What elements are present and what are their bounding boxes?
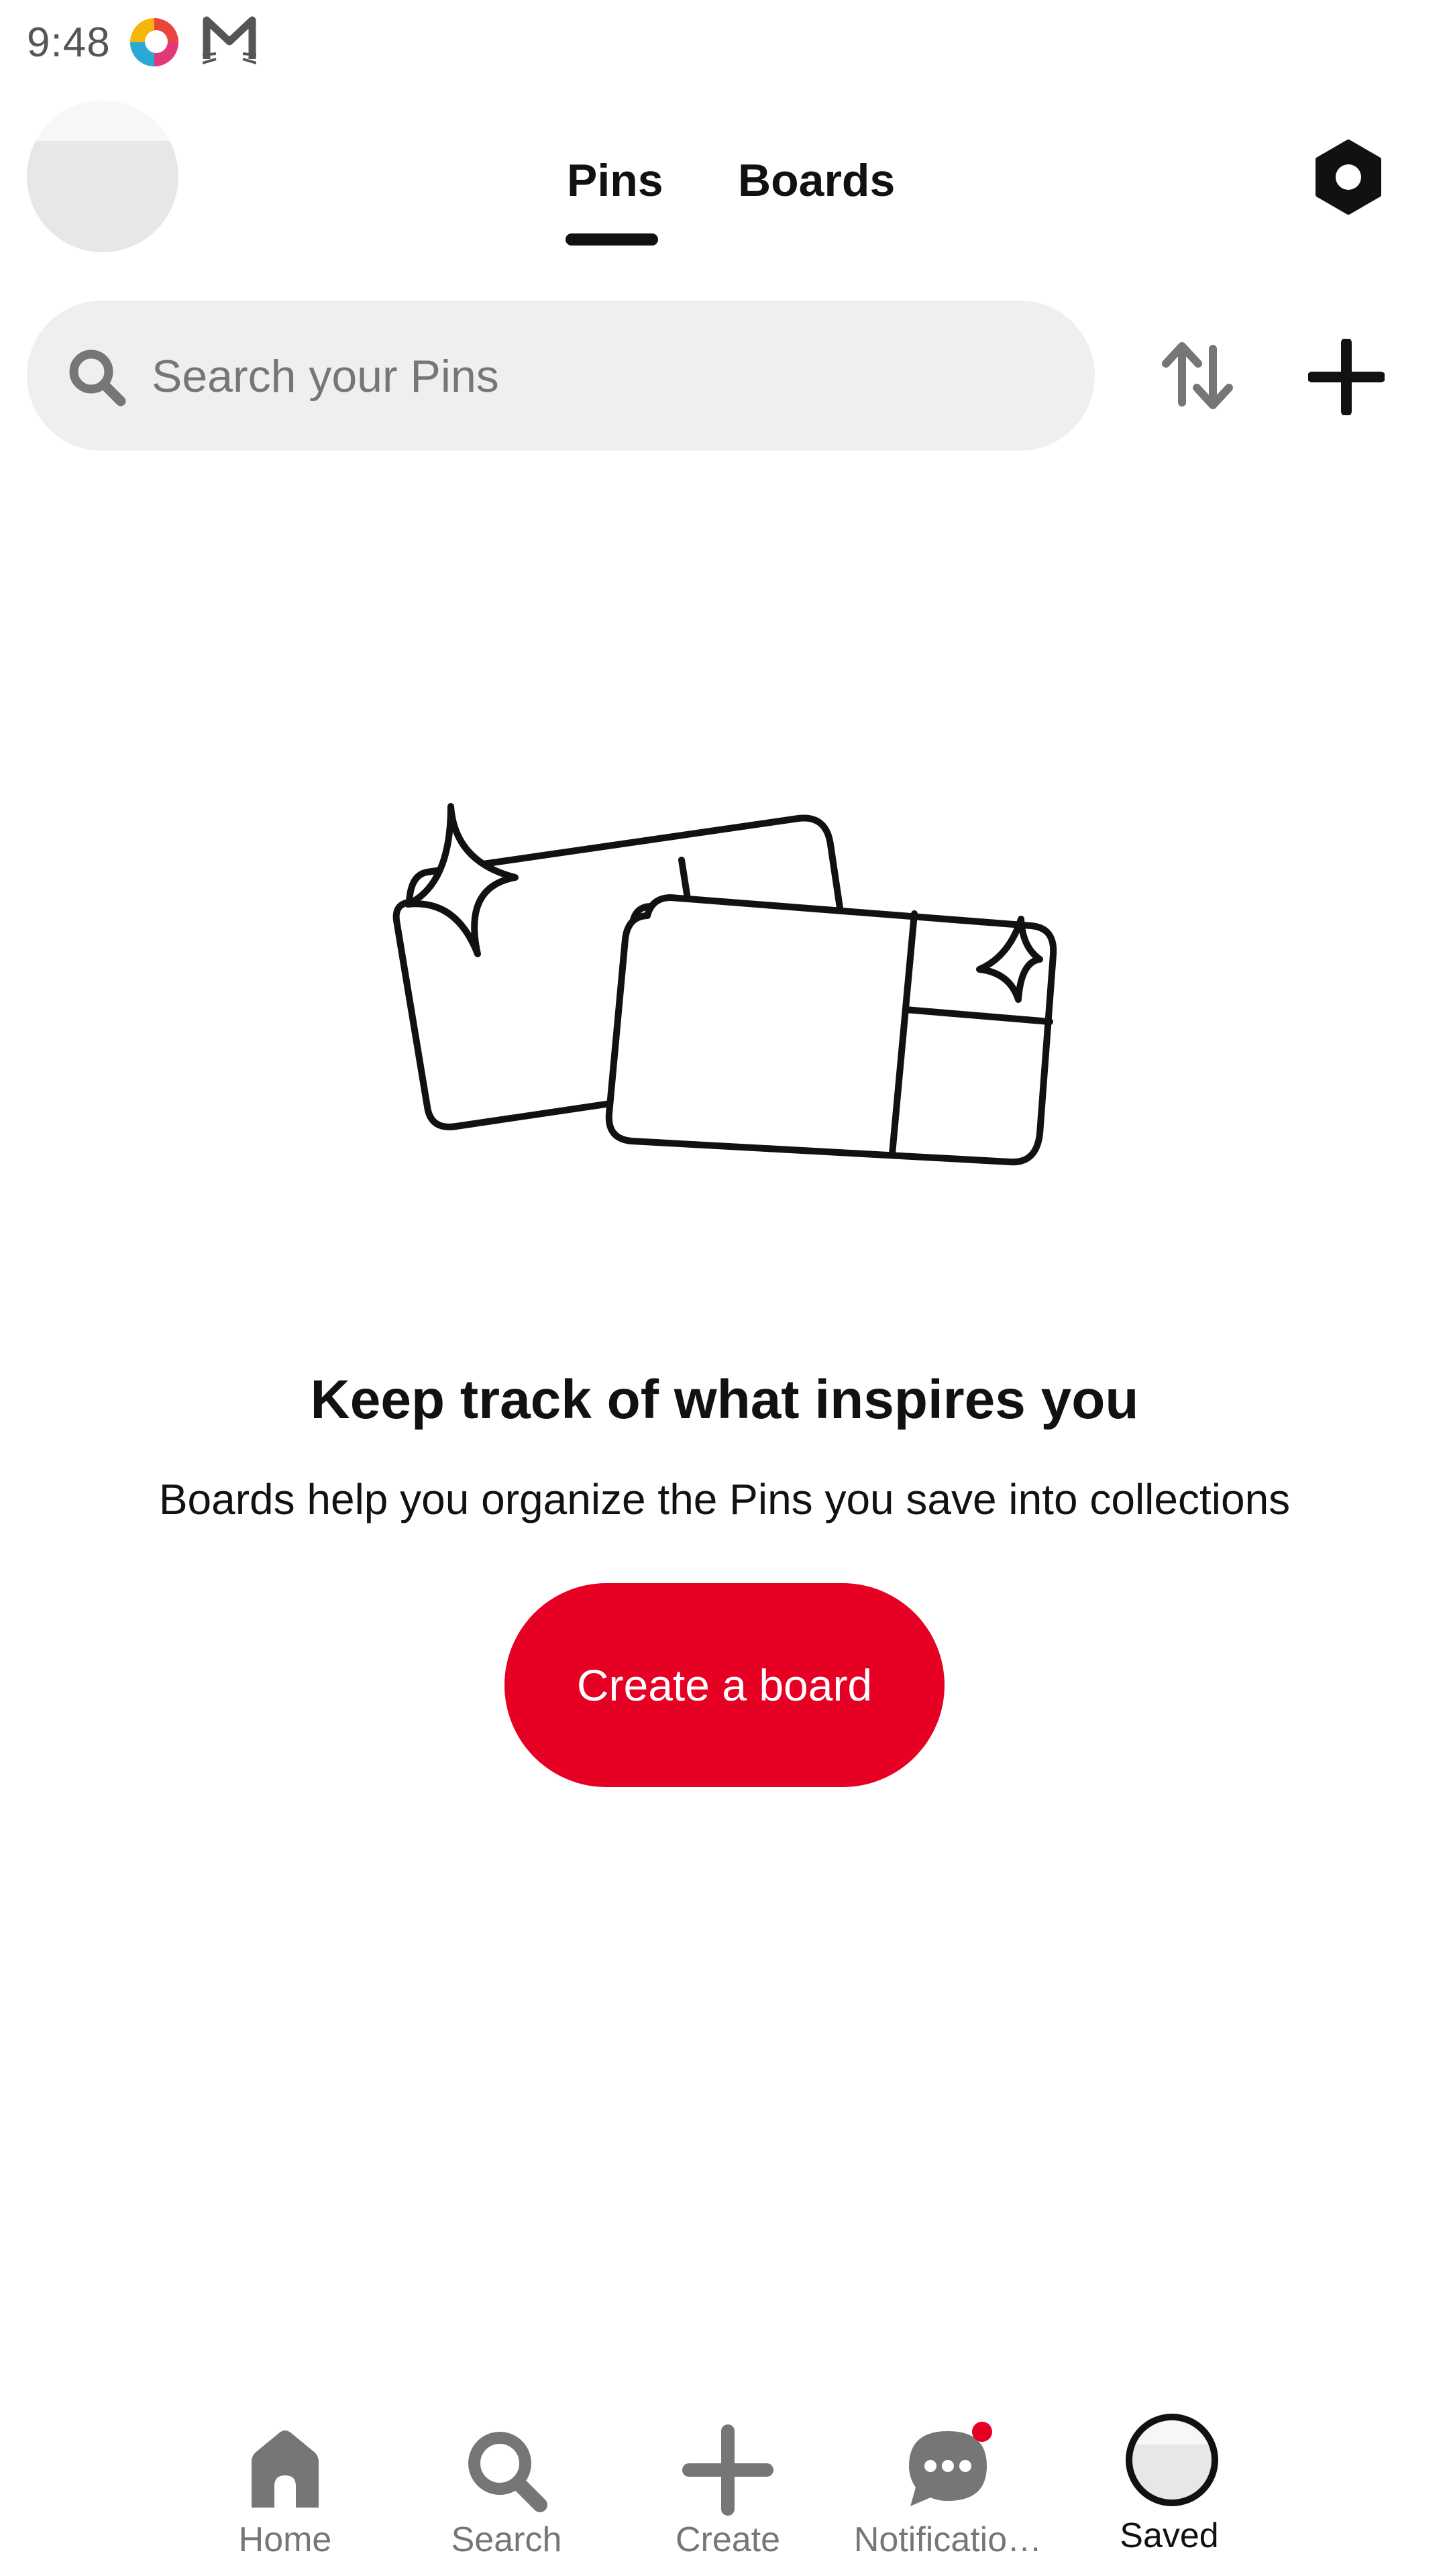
nav-create[interactable]: Create (627, 2395, 828, 2576)
bottom-nav: Home Search Create Notificatio… Saved (0, 2395, 1449, 2576)
nav-saved[interactable]: Saved (1069, 2395, 1270, 2576)
tab-boards[interactable]: Boards (738, 154, 895, 207)
nav-saved-label: Saved (1120, 2516, 1219, 2555)
profile-avatar (1126, 2414, 1218, 2506)
plus-icon (682, 2424, 773, 2516)
active-tab-indicator (566, 233, 658, 246)
search-input[interactable]: Search your Pins (27, 301, 1095, 451)
hexagon-settings-icon (1316, 140, 1381, 215)
empty-state-title: Keep track of what inspires you (310, 1369, 1139, 1430)
status-time: 9:48 (27, 19, 111, 66)
create-board-button[interactable]: Create a board (504, 1583, 945, 1787)
sort-arrows-icon (1162, 342, 1233, 409)
avatar-thumbnail (1132, 2420, 1212, 2445)
nav-notifications[interactable]: Notificatio… (847, 2395, 1049, 2576)
add-button[interactable] (1307, 337, 1386, 417)
status-bar: 9:48 (0, 0, 1449, 87)
nav-notifications-label: Notificatio… (853, 2520, 1042, 2559)
nav-search[interactable]: Search (406, 2395, 607, 2576)
home-icon (252, 2430, 319, 2508)
plus-icon (1307, 337, 1386, 417)
boards-sparkle-illustration (392, 803, 1057, 1166)
search-icon (69, 350, 126, 407)
search-icon (468, 2432, 547, 2512)
nav-home[interactable]: Home (184, 2395, 386, 2576)
nav-home-label: Home (238, 2520, 332, 2559)
nav-search-label: Search (451, 2520, 562, 2559)
tab-pins[interactable]: Pins (567, 154, 663, 207)
colorful-app-icon (130, 18, 178, 66)
notification-badge (972, 2422, 992, 2442)
tab-bar: Pins Boards (0, 134, 1449, 255)
settings-button[interactable] (1311, 134, 1385, 221)
nav-create-label: Create (675, 2520, 781, 2559)
empty-state-description: Boards help you organize the Pins you sa… (158, 1475, 1291, 1523)
mail-cat-icon (203, 16, 256, 64)
search-placeholder: Search your Pins (152, 351, 499, 402)
sort-button[interactable] (1161, 335, 1234, 416)
